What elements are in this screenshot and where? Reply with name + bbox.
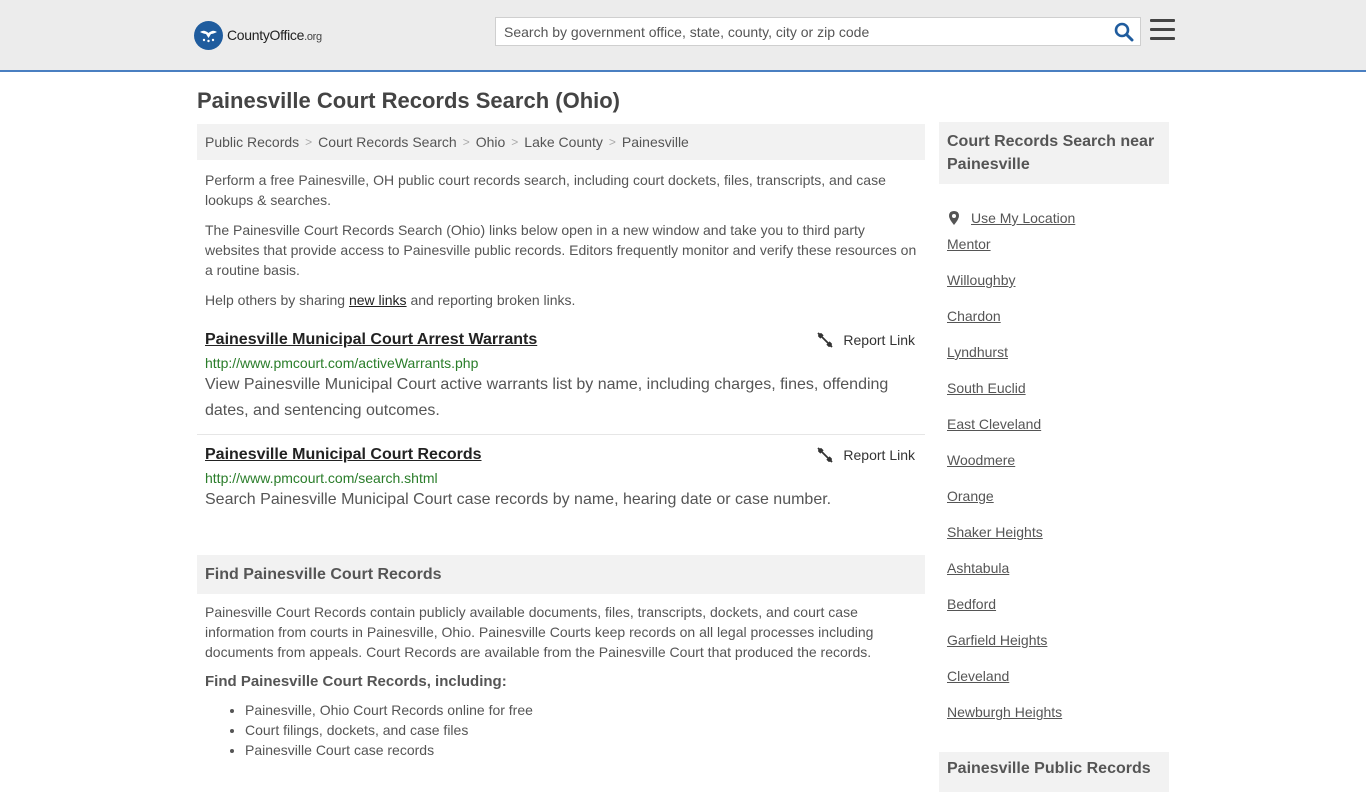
breadcrumb-separator: > — [608, 135, 616, 149]
city-link[interactable]: Orange — [947, 488, 994, 504]
use-location-item: Use My Location — [947, 200, 1169, 236]
sidebar-item-orange: Orange — [947, 488, 1169, 524]
city-link[interactable]: Willoughby — [947, 272, 1015, 288]
record-description: View Painesville Municipal Court active … — [205, 376, 889, 419]
sidebar-item-newburgh-heights: Newburgh Heights — [947, 704, 1169, 740]
city-link[interactable]: Ashtabula — [947, 560, 1009, 576]
report-link-button[interactable]: Report Link — [817, 447, 915, 463]
city-link[interactable]: South Euclid — [947, 380, 1026, 396]
sidebar-item-cleveland: Cleveland — [947, 668, 1169, 704]
hamburger-menu-icon[interactable] — [1150, 19, 1175, 41]
sidebar-item-garfield-heights: Garfield Heights — [947, 632, 1169, 668]
eagle-seal-icon — [194, 20, 223, 50]
sidebar-item-shaker-heights: Shaker Heights — [947, 524, 1169, 560]
city-link[interactable]: Newburgh Heights — [947, 704, 1062, 720]
sidebar-item-bedford: Bedford — [947, 596, 1169, 632]
record-item: Painesville Municipal Court Records Repo… — [197, 445, 925, 513]
sidebar-item-east-cleveland: East Cleveland — [947, 416, 1169, 452]
search-icon[interactable] — [1114, 22, 1134, 42]
breadcrumb-public-records[interactable]: Public Records — [205, 134, 299, 150]
city-link[interactable]: Bedford — [947, 596, 996, 612]
sidebar-item-lyndhurst: Lyndhurst — [947, 344, 1169, 380]
breadcrumb-separator: > — [462, 135, 470, 149]
find-records-heading: Find Painesville Court Records — [197, 555, 925, 594]
find-records-body: Painesville Court Records contain public… — [205, 604, 874, 660]
sidebar-item-woodmere: Woodmere — [947, 452, 1169, 488]
city-link[interactable]: Garfield Heights — [947, 632, 1047, 648]
intro-report-text: and reporting broken links. — [406, 292, 576, 308]
report-link-button[interactable]: Report Link — [817, 332, 915, 348]
breadcrumb-court-records-search[interactable]: Court Records Search — [318, 134, 457, 150]
list-item: Painesville Court case records — [245, 740, 925, 760]
intro-paragraph-3: Help others by sharing new links and rep… — [197, 290, 925, 310]
map-pin-icon — [949, 211, 959, 225]
report-link-label: Report Link — [843, 447, 915, 463]
nearby-cities-list: Use My Location Mentor Willoughby Chardo… — [939, 200, 1169, 740]
sidebar-item-south-euclid: South Euclid — [947, 380, 1169, 416]
record-title-link[interactable]: Painesville Municipal Court Arrest Warra… — [205, 330, 537, 350]
sidebar-item-mentor: Mentor — [947, 236, 1169, 272]
breadcrumb-ohio[interactable]: Ohio — [476, 134, 506, 150]
list-item: Painesville, Ohio Court Records online f… — [245, 700, 925, 720]
top-header: CountyOffice.org — [0, 0, 1366, 72]
broken-link-icon — [817, 332, 834, 348]
record-description: Search Painesville Municipal Court case … — [205, 491, 832, 508]
record-item: Painesville Municipal Court Arrest Warra… — [197, 330, 925, 435]
list-item: Court filings, dockets, and case files — [245, 720, 925, 740]
sidebar: Court Records Search near Painesville Us… — [939, 122, 1169, 792]
search-box — [495, 17, 1141, 46]
city-link[interactable]: Lyndhurst — [947, 344, 1008, 360]
search-input[interactable] — [496, 18, 1106, 45]
site-logo[interactable]: CountyOffice.org — [194, 20, 322, 50]
sidebar-item-chardon: Chardon — [947, 308, 1169, 344]
logo-name: CountyOffice — [227, 27, 305, 43]
record-url[interactable]: http://www.pmcourt.com/activeWarrants.ph… — [205, 355, 917, 371]
logo-text: CountyOffice.org — [227, 27, 322, 43]
intro-paragraph-2: The Painesville Court Records Search (Oh… — [205, 222, 917, 278]
breadcrumb-separator: > — [511, 135, 519, 149]
city-link[interactable]: Shaker Heights — [947, 524, 1043, 540]
main-content: Public Records > Court Records Search > … — [197, 124, 925, 760]
record-title-link[interactable]: Painesville Municipal Court Records — [205, 445, 482, 465]
use-my-location-link[interactable]: Use My Location — [971, 210, 1075, 226]
breadcrumb: Public Records > Court Records Search > … — [197, 124, 925, 160]
intro-paragraph-1: Perform a free Painesville, OH public co… — [205, 172, 886, 208]
city-link[interactable]: Woodmere — [947, 452, 1015, 468]
breadcrumb-separator: > — [305, 135, 313, 149]
record-url[interactable]: http://www.pmcourt.com/search.shtml — [205, 470, 917, 486]
intro-share-text: Help others by sharing — [205, 292, 349, 308]
sidebar-heading-public-records: Painesville Public Records — [939, 752, 1169, 792]
intro-text: Perform a free Painesville, OH public co… — [197, 170, 925, 310]
find-records-list: Painesville, Ohio Court Records online f… — [197, 700, 925, 760]
city-link[interactable]: East Cleveland — [947, 416, 1041, 432]
page-title: Painesville Court Records Search (Ohio) — [197, 88, 621, 113]
city-link[interactable]: Mentor — [947, 236, 991, 252]
breadcrumb-painesville[interactable]: Painesville — [622, 134, 689, 150]
new-links-link[interactable]: new links — [349, 292, 407, 308]
city-link[interactable]: Chardon — [947, 308, 1001, 324]
report-link-label: Report Link — [843, 332, 915, 348]
logo-suffix: .org — [304, 31, 322, 43]
find-records-subheading: Find Painesville Court Records, includin… — [205, 673, 507, 690]
city-link[interactable]: Cleveland — [947, 668, 1009, 684]
sidebar-heading: Court Records Search near Painesville — [939, 122, 1169, 184]
breadcrumb-lake-county[interactable]: Lake County — [524, 134, 603, 150]
sidebar-item-willoughby: Willoughby — [947, 272, 1169, 308]
sidebar-item-ashtabula: Ashtabula — [947, 560, 1169, 596]
broken-link-icon — [817, 447, 834, 463]
